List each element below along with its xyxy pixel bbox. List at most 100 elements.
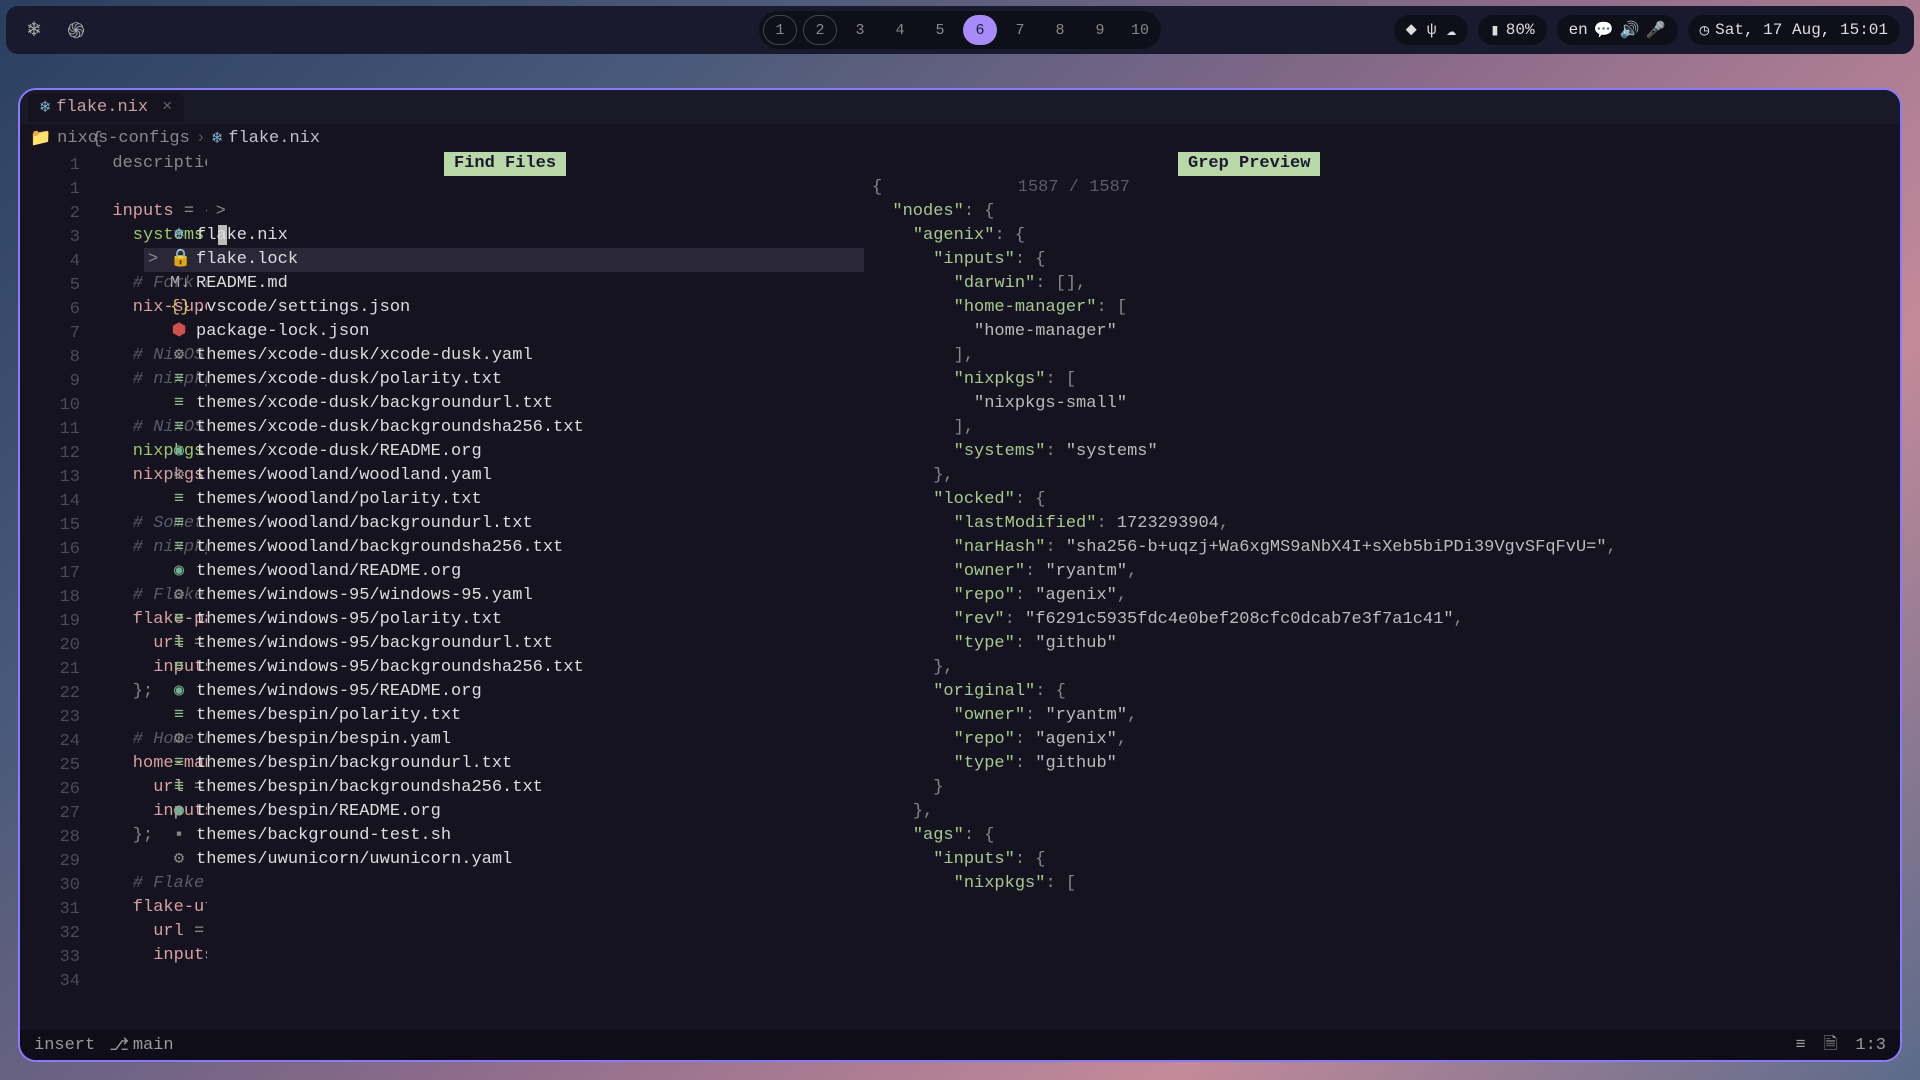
file-type-icon: ⚙ bbox=[170, 464, 188, 488]
file-type-icon: ≡ bbox=[170, 752, 188, 776]
preview-line: "ags": { bbox=[872, 824, 1890, 848]
picker-item[interactable]: ≡themes/xcode-dusk/backgroundsha256.txt bbox=[144, 416, 864, 440]
picker-item[interactable]: ≡themes/windows-95/backgroundsha256.txt bbox=[144, 656, 864, 680]
preview-line: } bbox=[872, 776, 1890, 800]
file-type-icon: M↓ bbox=[170, 272, 188, 296]
workspace-6[interactable]: 6 bbox=[963, 15, 997, 45]
picker-item[interactable]: ⬢package-lock.json bbox=[144, 320, 864, 344]
breadcrumb-folder[interactable]: nixos-configs bbox=[57, 129, 190, 148]
picker-item[interactable]: ⚙themes/uwunicorn/uwunicorn.yaml bbox=[144, 848, 864, 872]
file-icon[interactable]: 🗎 bbox=[1824, 1031, 1838, 1060]
workspace-10[interactable]: 10 bbox=[1123, 15, 1157, 45]
picker-item[interactable]: ⚙themes/xcode-dusk/xcode-dusk.yaml bbox=[144, 344, 864, 368]
file-type-icon: ≡ bbox=[170, 488, 188, 512]
picker-item[interactable]: ◉themes/windows-95/README.org bbox=[144, 680, 864, 704]
code-body[interactable]: description = inputs = { systems.url # F… bbox=[92, 152, 1900, 1030]
picker-item[interactable]: ≡themes/woodland/backgroundsha256.txt bbox=[144, 536, 864, 560]
openai-icon[interactable]: ֍ bbox=[62, 16, 90, 44]
picker-item-label: flake.lock bbox=[196, 248, 298, 272]
picker-item[interactable]: ⚙themes/bespin/bespin.yaml bbox=[144, 728, 864, 752]
prompt-symbol: > bbox=[216, 202, 226, 221]
tab-flake-nix[interactable]: ❄ flake.nix × bbox=[28, 93, 184, 122]
preview-line: "locked": { bbox=[872, 488, 1890, 512]
preview-line: "nodes": { bbox=[872, 200, 1890, 224]
preview-line: "nixpkgs": [ bbox=[872, 872, 1890, 896]
picker-item[interactable]: ≡ themes/windows-95/backgroundurl.txt bbox=[144, 632, 864, 656]
picker-item[interactable]: ≡themes/bespin/backgroundsha256.txt bbox=[144, 776, 864, 800]
preview-line: ], bbox=[872, 344, 1890, 368]
indent-icon[interactable]: ≡ bbox=[1796, 1036, 1806, 1055]
picker-item-label: themes/woodland/backgroundsha256.txt bbox=[196, 536, 563, 560]
language-indicator[interactable]: en 💬 🔊 🎤 bbox=[1557, 15, 1678, 45]
picker-item[interactable]: ≡themes/xcode-dusk/polarity.txt bbox=[144, 368, 864, 392]
picker-item[interactable]: ▪themes/background-test.sh bbox=[144, 824, 864, 848]
file-type-icon: ▪ bbox=[170, 824, 188, 848]
picker-item-label: flake.nix bbox=[196, 224, 288, 248]
picker-item[interactable]: ❄flake.nix bbox=[144, 224, 864, 248]
picker-item[interactable]: ⚙themes/windows-95/windows-95.yaml bbox=[144, 584, 864, 608]
picker-item[interactable]: ≡themes/windows-95/polarity.txt bbox=[144, 608, 864, 632]
picker-item[interactable]: ⚙themes/woodland/woodland.yaml bbox=[144, 464, 864, 488]
close-icon[interactable]: × bbox=[162, 98, 172, 117]
tray: ⬥ ψ ☁ bbox=[1394, 15, 1468, 45]
workspace-3[interactable]: 3 bbox=[843, 15, 877, 45]
topbar-left: ❄ ֍ bbox=[20, 16, 90, 44]
picker-item[interactable]: M↓README.md bbox=[144, 272, 864, 296]
workspace-9[interactable]: 9 bbox=[1083, 15, 1117, 45]
preview-line: "repo": "agenix", bbox=[872, 728, 1890, 752]
preview-line: "type": "github" bbox=[872, 632, 1890, 656]
battery-percent: 80% bbox=[1506, 21, 1535, 39]
picker-item-label: themes/windows-95/backgroundurl.txt bbox=[196, 632, 553, 656]
workspace-7[interactable]: 7 bbox=[1003, 15, 1037, 45]
battery-icon: ▮ bbox=[1490, 20, 1500, 40]
preview-line: }, bbox=[872, 464, 1890, 488]
battery-indicator[interactable]: ▮ 80% bbox=[1478, 15, 1546, 45]
preview-line: { bbox=[872, 176, 1890, 200]
topbar-right: ⬥ ψ ☁ ▮ 80% en 💬 🔊 🎤 ◷ Sat, 17 Aug, 15:0… bbox=[1394, 15, 1900, 45]
status-bar: insert ⎇ main ≡ 🗎 1:3 bbox=[20, 1030, 1900, 1060]
file-type-icon: ≡ bbox=[170, 392, 188, 416]
file-type-icon: ⚙ bbox=[170, 344, 188, 368]
picker-item[interactable]: ◉ themes/woodland/README.org bbox=[144, 560, 864, 584]
wifi-icon[interactable]: ⬥ bbox=[1406, 21, 1417, 39]
file-type-icon: ◉ bbox=[170, 560, 188, 584]
nix-file-icon: ❄ bbox=[212, 128, 222, 149]
picker-item[interactable]: ≡themes/bespin/polarity.txt bbox=[144, 704, 864, 728]
psi-icon[interactable]: ψ bbox=[1427, 21, 1437, 39]
file-type-icon: ≡ bbox=[170, 632, 188, 656]
picker-item[interactable]: ≡ themes/woodland/polarity.txt bbox=[144, 488, 864, 512]
file-type-icon: 🔒 bbox=[170, 248, 188, 272]
picker-item[interactable]: ≡themes/xcode-dusk/backgroundurl.txt bbox=[144, 392, 864, 416]
picker-item[interactable]: ◉themes/xcode-dusk/README.org bbox=[144, 440, 864, 464]
breadcrumb-file[interactable]: flake.nix bbox=[228, 129, 320, 148]
picker-item[interactable]: ≡themes/woodland/backgroundurl.txt bbox=[144, 512, 864, 536]
workspace-8[interactable]: 8 bbox=[1043, 15, 1077, 45]
picker-item[interactable]: ≡ themes/bespin/backgroundurl.txt bbox=[144, 752, 864, 776]
workspace-1[interactable]: 1 bbox=[763, 15, 797, 45]
preview-line: "agenix": { bbox=[872, 224, 1890, 248]
preview-line: ], bbox=[872, 416, 1890, 440]
editor-mode: insert bbox=[34, 1036, 95, 1055]
nixos-icon[interactable]: ❄ bbox=[20, 16, 48, 44]
picker-item-label: themes/xcode-dusk/README.org bbox=[196, 440, 482, 464]
preview-line: "inputs": { bbox=[872, 248, 1890, 272]
picker-item[interactable]: >🔒flake.lock bbox=[144, 248, 864, 272]
picker-list: ❄flake.nix>🔒flake.lockM↓README.md{}.vsco… bbox=[144, 224, 864, 872]
workspace-4[interactable]: 4 bbox=[883, 15, 917, 45]
cursor-position: 1:3 bbox=[1855, 1036, 1886, 1055]
picker-item[interactable]: ◉themes/bespin/README.org bbox=[144, 800, 864, 824]
picker-item[interactable]: {}.vscode/settings.json bbox=[144, 296, 864, 320]
workspace-2[interactable]: 2 bbox=[803, 15, 837, 45]
preview-pane: { "nodes": { "agenix": { "inputs": { "da… bbox=[872, 176, 1890, 1000]
preview-line: }, bbox=[872, 656, 1890, 680]
picker-item-label: themes/woodland/polarity.txt bbox=[196, 488, 482, 512]
mic-mute-icon: 🎤 bbox=[1646, 20, 1666, 40]
clock[interactable]: ◷ Sat, 17 Aug, 15:01 bbox=[1688, 15, 1900, 45]
picker-item-label: themes/woodland/README.org bbox=[196, 560, 461, 584]
workspace-5[interactable]: 5 bbox=[923, 15, 957, 45]
picker-item-label: themes/bespin/polarity.txt bbox=[196, 704, 461, 728]
volume-icon: 🔊 bbox=[1620, 20, 1640, 40]
lang-code: en bbox=[1569, 21, 1588, 39]
picker-item-label: themes/bespin/backgroundurl.txt bbox=[196, 752, 512, 776]
discord-icon[interactable]: ☁ bbox=[1446, 20, 1456, 40]
